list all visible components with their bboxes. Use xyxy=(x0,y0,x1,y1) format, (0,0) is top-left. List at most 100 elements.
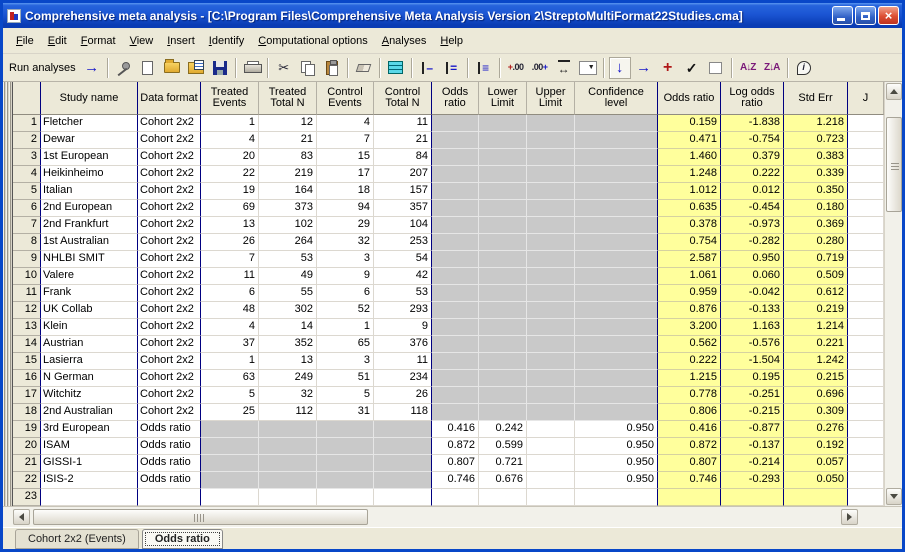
row-number[interactable]: 14 xyxy=(13,336,41,353)
menu-item-file[interactable]: File xyxy=(9,31,41,51)
scroll-left-button[interactable] xyxy=(13,509,30,525)
col-header-ctn[interactable]: Control Total N xyxy=(374,82,432,115)
cell-ttn[interactable]: 302 xyxy=(259,302,317,319)
cell-yor[interactable]: 0.876 xyxy=(658,302,721,319)
row-number[interactable]: 5 xyxy=(13,183,41,200)
cell-study[interactable]: 2nd European xyxy=(41,200,138,217)
cell-ylog[interactable]: -0.576 xyxy=(721,336,784,353)
check-button[interactable]: ✓ xyxy=(681,57,703,79)
col-header-ylog[interactable]: Log odds ratio xyxy=(721,82,784,115)
minimize-button[interactable] xyxy=(832,6,853,25)
cell-ttn[interactable]: 373 xyxy=(259,200,317,217)
cell-ul[interactable] xyxy=(527,217,575,234)
col-header-n[interactable] xyxy=(13,82,41,115)
cell-ttn[interactable]: 102 xyxy=(259,217,317,234)
cell-ylog[interactable]: -0.214 xyxy=(721,455,784,472)
row-number[interactable]: 8 xyxy=(13,234,41,251)
cut-button[interactable]: ✂ xyxy=(273,57,295,79)
cell-ll[interactable]: 0.676 xyxy=(479,472,527,489)
cell-fmt[interactable]: Cohort 2x2 xyxy=(138,285,201,302)
menu-item-insert[interactable]: Insert xyxy=(160,31,202,51)
cell-or[interactable] xyxy=(432,353,479,370)
cell-ul[interactable] xyxy=(527,438,575,455)
cell-ll[interactable] xyxy=(479,200,527,217)
cell-ystd[interactable]: 1.242 xyxy=(784,353,848,370)
cell-ylog[interactable]: -0.215 xyxy=(721,404,784,421)
cell-ce[interactable]: 29 xyxy=(317,217,374,234)
cell-ctn[interactable] xyxy=(374,489,432,506)
tab-cohort-2x2-events-[interactable]: Cohort 2x2 (Events) xyxy=(15,529,139,549)
cell-ce[interactable]: 32 xyxy=(317,234,374,251)
cell-ctn[interactable]: 26 xyxy=(374,387,432,404)
cell-ll[interactable] xyxy=(479,336,527,353)
cell-ttn[interactable]: 55 xyxy=(259,285,317,302)
cell-yor[interactable]: 1.215 xyxy=(658,370,721,387)
cell-or[interactable]: 0.872 xyxy=(432,438,479,455)
cell-ce[interactable]: 5 xyxy=(317,387,374,404)
cell-ul[interactable] xyxy=(527,234,575,251)
cell-yor[interactable]: 0.378 xyxy=(658,217,721,234)
cell-ttn[interactable]: 164 xyxy=(259,183,317,200)
cell-ttn[interactable]: 53 xyxy=(259,251,317,268)
scroll-down-button[interactable] xyxy=(886,488,902,505)
cell-te[interactable] xyxy=(201,472,259,489)
cell-ctn[interactable] xyxy=(374,438,432,455)
cell-ce[interactable]: 51 xyxy=(317,370,374,387)
cell-j[interactable] xyxy=(848,455,884,472)
cell-j[interactable] xyxy=(848,302,884,319)
cell-ul[interactable] xyxy=(527,421,575,438)
cell-ylog[interactable]: 0.060 xyxy=(721,268,784,285)
cell-j[interactable] xyxy=(848,217,884,234)
row-number[interactable]: 16 xyxy=(13,370,41,387)
cell-ll[interactable] xyxy=(479,268,527,285)
row-number[interactable]: 15 xyxy=(13,353,41,370)
close-button[interactable] xyxy=(878,6,899,25)
menu-item-help[interactable]: Help xyxy=(433,31,470,51)
cell-ll[interactable] xyxy=(479,251,527,268)
cell-ystd[interactable]: 1.218 xyxy=(784,115,848,132)
cell-te[interactable]: 20 xyxy=(201,149,259,166)
row-number[interactable]: 4 xyxy=(13,166,41,183)
run-arrow-button[interactable]: → xyxy=(81,57,103,79)
print-button[interactable] xyxy=(241,57,263,79)
cell-cl[interactable] xyxy=(575,132,658,149)
cell-j[interactable] xyxy=(848,234,884,251)
col-header-ul[interactable]: Upper Limit xyxy=(527,82,575,115)
cell-yor[interactable]: 3.200 xyxy=(658,319,721,336)
row-number[interactable]: 10 xyxy=(13,268,41,285)
cell-ce[interactable]: 3 xyxy=(317,353,374,370)
cell-ystd[interactable]: 0.309 xyxy=(784,404,848,421)
cell-j[interactable] xyxy=(848,251,884,268)
cell-ylog[interactable]: -0.042 xyxy=(721,285,784,302)
cell-ll[interactable] xyxy=(479,404,527,421)
cell-cl[interactable] xyxy=(575,200,658,217)
col-header-study[interactable]: Study name xyxy=(41,82,138,115)
cell-ll[interactable] xyxy=(479,353,527,370)
cell-ul[interactable] xyxy=(527,166,575,183)
open-folder-button[interactable] xyxy=(161,57,183,79)
cell-study[interactable]: Fletcher xyxy=(41,115,138,132)
cell-or[interactable] xyxy=(432,404,479,421)
menu-item-format[interactable]: Format xyxy=(74,31,123,51)
cell-ll[interactable] xyxy=(479,387,527,404)
cell-ul[interactable] xyxy=(527,268,575,285)
cell-ul[interactable] xyxy=(527,115,575,132)
cell-ylog[interactable]: 0.950 xyxy=(721,251,784,268)
cell-te[interactable]: 7 xyxy=(201,251,259,268)
cell-cl[interactable] xyxy=(575,336,658,353)
cell-or[interactable] xyxy=(432,268,479,285)
cell-study[interactable]: ISIS-2 xyxy=(41,472,138,489)
row-number[interactable]: 18 xyxy=(13,404,41,421)
cell-ll[interactable] xyxy=(479,489,527,506)
col-header-te[interactable]: Treated Events xyxy=(201,82,259,115)
cell-ttn[interactable]: 13 xyxy=(259,353,317,370)
cell-yor[interactable]: 0.416 xyxy=(658,421,721,438)
cell-ctn[interactable] xyxy=(374,472,432,489)
cell-fmt[interactable]: Cohort 2x2 xyxy=(138,370,201,387)
cell-ce[interactable]: 9 xyxy=(317,268,374,285)
cell-ll[interactable] xyxy=(479,319,527,336)
cell-ce[interactable]: 52 xyxy=(317,302,374,319)
vertical-scroll-thumb[interactable] xyxy=(886,117,902,212)
horizontal-scroll-thumb[interactable] xyxy=(33,509,368,525)
cell-ystd[interactable]: 0.696 xyxy=(784,387,848,404)
